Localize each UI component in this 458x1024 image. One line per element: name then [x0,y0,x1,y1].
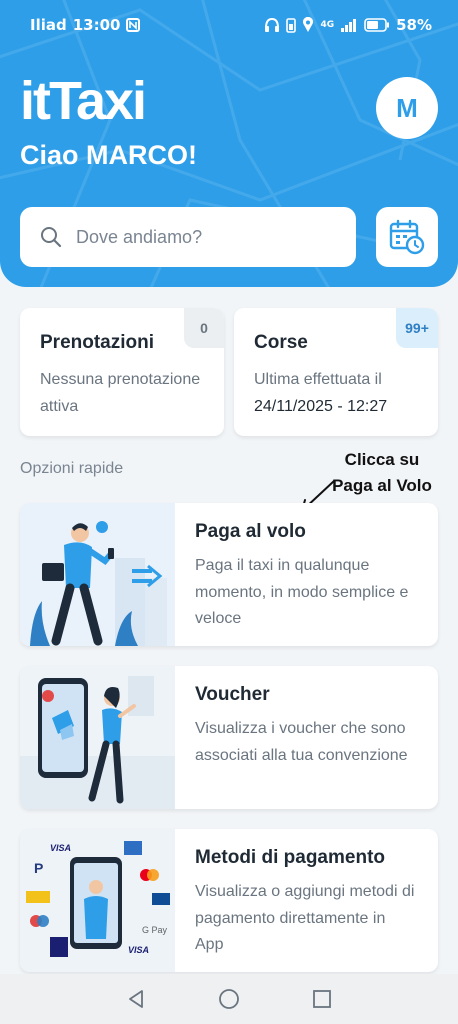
option-title: Metodi di pagamento [195,847,385,868]
voucher-phone-icon [20,666,175,809]
carrier-label: Iliad [30,16,67,34]
status-bar: Iliad 13:00 4G 58% [0,0,458,50]
header: Iliad 13:00 4G 58% itTaxi Ciao MARCO! M … [0,0,458,287]
svg-text:VISA: VISA [50,843,71,853]
battery-percent: 58% [396,16,432,34]
calendar-clock-icon [389,219,425,255]
location-icon [303,17,314,32]
system-nav-bar [0,974,458,1024]
rides-card[interactable]: Corse Ultima effettuata il 24/11/2025 - … [234,308,438,436]
headphones-icon [265,17,280,32]
svg-text:G Pay: G Pay [142,925,168,935]
search-input[interactable]: Dove andiamo? [20,207,356,267]
option-title: Paga al volo [195,521,306,542]
option-description: Paga il taxi in qualunque momento, in mo… [195,557,409,627]
schedule-button[interactable] [376,207,438,267]
nfc-icon [126,18,141,32]
option-title: Voucher [195,684,270,705]
clock: 13:00 [72,16,121,34]
rides-count-badge: 99+ [396,308,438,348]
svg-text:P: P [34,860,43,876]
app-logo: itTaxi [20,71,147,131]
rides-last-date: 24/11/2025 - 12:27 [254,398,388,415]
bookings-card[interactable]: Prenotazioni Nessuna prenotazione attiva… [20,308,224,436]
battery-icon [364,18,390,32]
option-description: Visualizza o aggiungi metodi di pagament… [195,883,415,953]
voucher-illustration [20,666,175,809]
signal-icon [341,19,357,32]
option-payment-methods[interactable]: VISA P G Pay VISA Metodi di pagamento Vi… [20,829,438,972]
search-icon [41,227,62,248]
rides-title: Corse [254,332,308,353]
recents-icon[interactable] [312,989,332,1009]
instruction-annotation: Clicca su Paga al Volo [332,450,432,495]
option-voucher[interactable]: Voucher Visualizza i voucher che sono as… [20,666,438,809]
person-walking-phone-icon [20,503,175,646]
bookings-title: Prenotazioni [40,332,155,353]
payment-illustration: VISA P G Pay VISA [20,829,175,972]
network-type: 4G [320,19,335,30]
bookings-description: Nessuna prenotazione attiva [40,371,201,415]
home-icon[interactable] [218,988,240,1010]
option-description: Visualizza i voucher che sono associati … [195,720,408,764]
search-placeholder: Dove andiamo? [76,226,203,247]
bookings-count-badge: 0 [184,308,224,348]
pay-illustration [20,503,175,646]
payment-methods-icon: VISA P G Pay VISA [20,829,175,972]
rides-description: Ultima effettuata il 24/11/2025 - 12:27 [254,366,434,420]
section-title-quick-options: Opzioni rapide [20,460,124,477]
greeting: Ciao MARCO! [20,140,197,170]
option-pay-on-the-go[interactable]: Paga al volo Paga il taxi in qualunque m… [20,503,438,646]
svg-text:VISA: VISA [128,945,149,955]
rides-description-line1: Ultima effettuata il [254,371,382,388]
avatar[interactable]: M [376,77,438,139]
battery-saver-icon [286,18,297,33]
back-icon[interactable] [126,989,146,1009]
